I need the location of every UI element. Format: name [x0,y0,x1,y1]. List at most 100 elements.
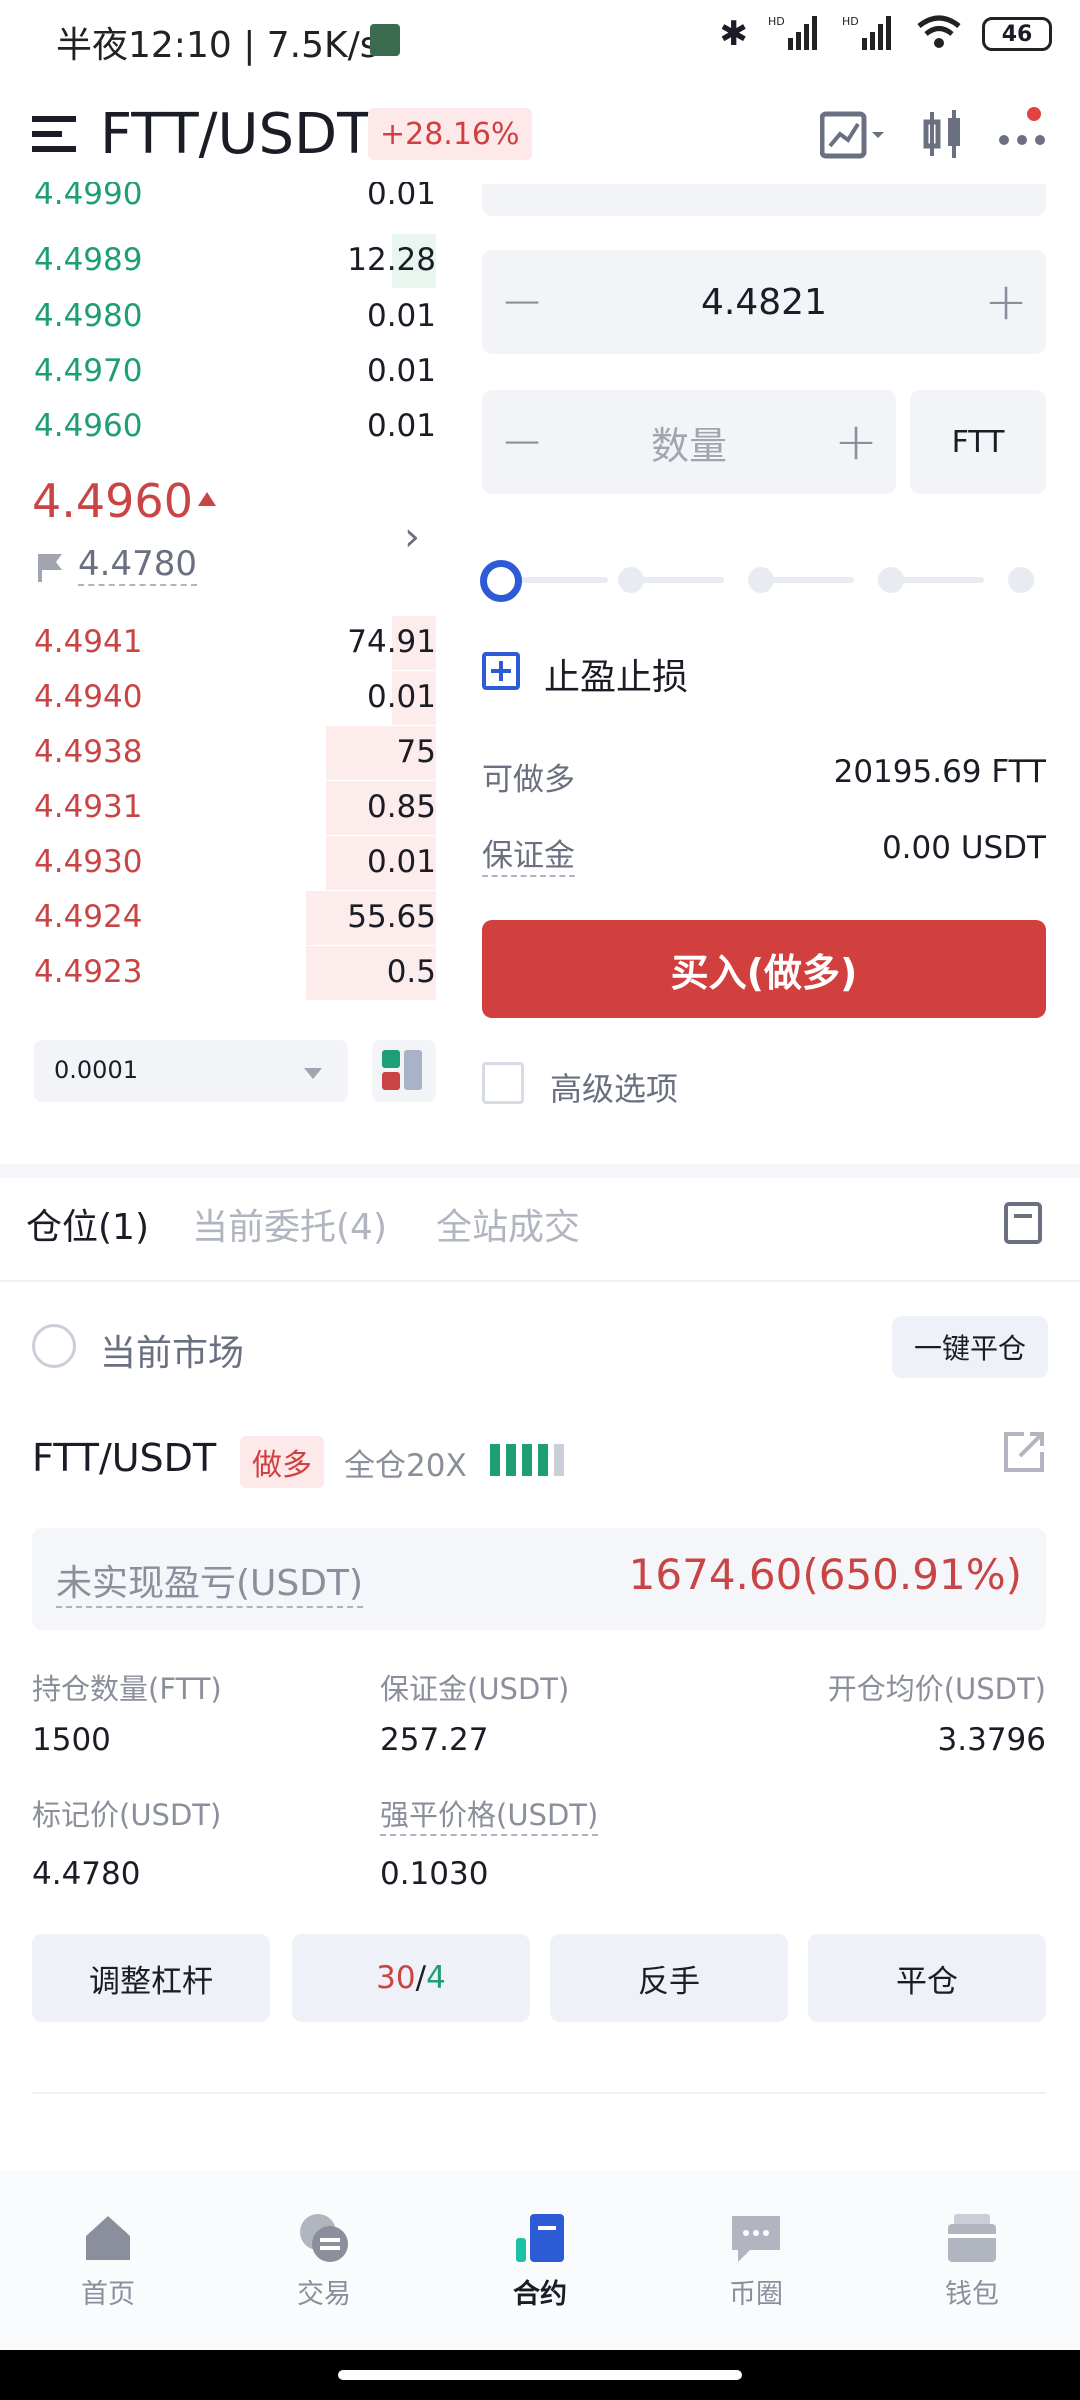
qty-label: 持仓数量(FTT) [32,1672,222,1706]
unrealized-pnl-box: 未实现盈亏(USDT) 1674.60(650.91%) [32,1528,1046,1630]
mark-price-label: 标记价(USDT) [32,1798,222,1832]
share-icon[interactable] [1002,1430,1046,1478]
nav-community[interactable]: 币圈 [696,2210,816,2311]
previous-field-edge [482,184,1046,216]
slider-track [518,577,608,583]
slider-thumb[interactable] [480,560,522,602]
position-pair: FTT/USDT [32,1436,217,1480]
nav-trade[interactable]: 交易 [264,2210,384,2311]
last-price: 4.4960 [32,474,193,528]
close-all-label: 一键平仓 [913,1332,1026,1365]
bid-row[interactable]: 4.4923 0.5 [0,946,440,1000]
buy-long-button[interactable]: 买入(做多) [482,920,1046,1018]
sl-count: 4 [426,1960,446,1996]
close-position-button[interactable]: 平仓 [808,1934,1046,2022]
pair-title[interactable]: FTT/USDT [100,102,371,167]
reverse-button[interactable]: 反手 [550,1934,788,2022]
bid-price: 4.4940 [34,679,143,715]
home-indicator[interactable] [338,2370,742,2380]
bluetooth-icon: ✱ [719,14,749,54]
bid-row[interactable]: 4.4930 0.01 [0,836,440,890]
ask-row[interactable]: 4.4960 0.01 [0,400,440,454]
bid-row[interactable]: 4.4941 74.91 [0,616,440,670]
ask-row[interactable]: 4.4980 0.01 [0,290,440,344]
wallet-icon [912,2210,1032,2266]
bid-qty: 0.5 [386,954,436,990]
more-icon[interactable] [998,106,1050,160]
liquidation-price-value: 0.1030 [380,1856,489,1892]
bid-row[interactable]: 4.4924 55.65 [0,891,440,945]
chart-icon[interactable] [819,110,890,164]
ask-price: 4.4960 [34,408,143,444]
bid-row[interactable]: 4.4940 0.01 [0,671,440,725]
ask-row[interactable]: 4.4970 0.01 [0,345,440,399]
ask-qty: 0.01 [366,298,436,334]
bid-qty: 75 [396,734,436,770]
slider-track [764,577,854,583]
candlestick-icon[interactable] [922,108,966,164]
bid-price: 4.4938 [34,734,143,770]
nav-contract[interactable]: 合约 [480,2210,600,2311]
tabs-divider [0,1280,1080,1282]
advanced-checkbox[interactable] [482,1062,524,1104]
price-value[interactable]: 4.4821 [482,250,1046,354]
price-input[interactable]: − 4.4821 + [482,250,1046,354]
can-long-value: 20195.69 FTT [833,754,1046,790]
unit-select[interactable]: FTT [910,390,1046,494]
ask-qty: 0.01 [366,353,436,389]
tab-positions[interactable]: 仓位(1) [26,1198,149,1250]
ask-row[interactable]: 4.4990 0.01 [0,182,440,222]
tab-all-trades[interactable]: 全站成交 [436,1198,580,1250]
slider-step[interactable] [1008,567,1034,593]
bid-qty: 0.85 [366,789,436,825]
tab-open-orders[interactable]: 当前委托(4) [192,1198,387,1250]
slider-step[interactable] [618,567,644,593]
margin-label[interactable]: 保证金 [482,830,575,877]
tp-sl-orders-button[interactable]: 30/4 [292,1934,530,2022]
slider-step[interactable] [748,567,774,593]
bid-row[interactable]: 4.4938 75 [0,726,440,780]
depth-layout-toggle-icon[interactable] [372,1040,436,1102]
bid-qty: 55.65 [347,899,436,935]
tp-sl-checkbox-icon[interactable] [482,652,520,690]
risk-level-bars [488,1444,572,1480]
liquidation-price-label[interactable]: 强平价格(USDT) [380,1792,599,1836]
bid-price: 4.4924 [34,899,143,935]
tp-sl-label[interactable]: 止盈止损 [544,648,688,700]
ask-row[interactable]: 4.4989 12.28 [0,234,440,288]
slider-track [634,577,724,583]
home-icon [48,2210,168,2266]
close-all-button[interactable]: 一键平仓 [892,1316,1048,1378]
nav-home[interactable]: 首页 [48,2210,168,2311]
quantity-increment-button[interactable]: + [816,390,896,494]
adjust-leverage-button[interactable]: 调整杠杆 [32,1934,270,2022]
nav-contract-label: 合约 [513,2279,567,2310]
bid-qty: 0.01 [366,844,436,880]
bid-price: 4.4941 [34,624,143,660]
status-time: 半夜12:10 | 7.5K/s [56,25,379,66]
slider-step[interactable] [878,567,904,593]
menu-icon[interactable] [30,110,78,158]
quantity-input[interactable]: − 数量 + [482,390,896,494]
can-long-label: 可做多 [482,762,575,798]
side-badge: 做多 [240,1436,324,1488]
buy-long-button-label: 买入(做多) [670,950,858,995]
current-market-radio[interactable] [32,1324,76,1368]
current-market-label[interactable]: 当前市场 [100,1324,244,1376]
ask-price: 4.4989 [34,242,143,278]
qty-value: 1500 [32,1722,111,1758]
precision-select[interactable]: 0.0001 [34,1040,348,1102]
ask-price: 4.4970 [34,353,143,389]
amount-slider[interactable] [478,556,1042,604]
price-increment-button[interactable]: + [966,250,1046,354]
nav-wallet[interactable]: 钱包 [912,2210,1032,2311]
bid-row[interactable]: 4.4931 0.85 [0,781,440,835]
orders-history-icon[interactable] [1004,1202,1042,1248]
header: FTT/USDT +28.16% [0,96,1080,178]
advanced-options-label[interactable]: 高级选项 [550,1064,678,1110]
unrealized-pnl-label[interactable]: 未实现盈亏(USDT) [56,1554,364,1608]
nav-community-label: 币圈 [729,2279,783,2310]
signal-icon: HD [768,14,822,54]
bid-price: 4.4931 [34,789,143,825]
chevron-right-icon[interactable]: › [404,514,420,560]
